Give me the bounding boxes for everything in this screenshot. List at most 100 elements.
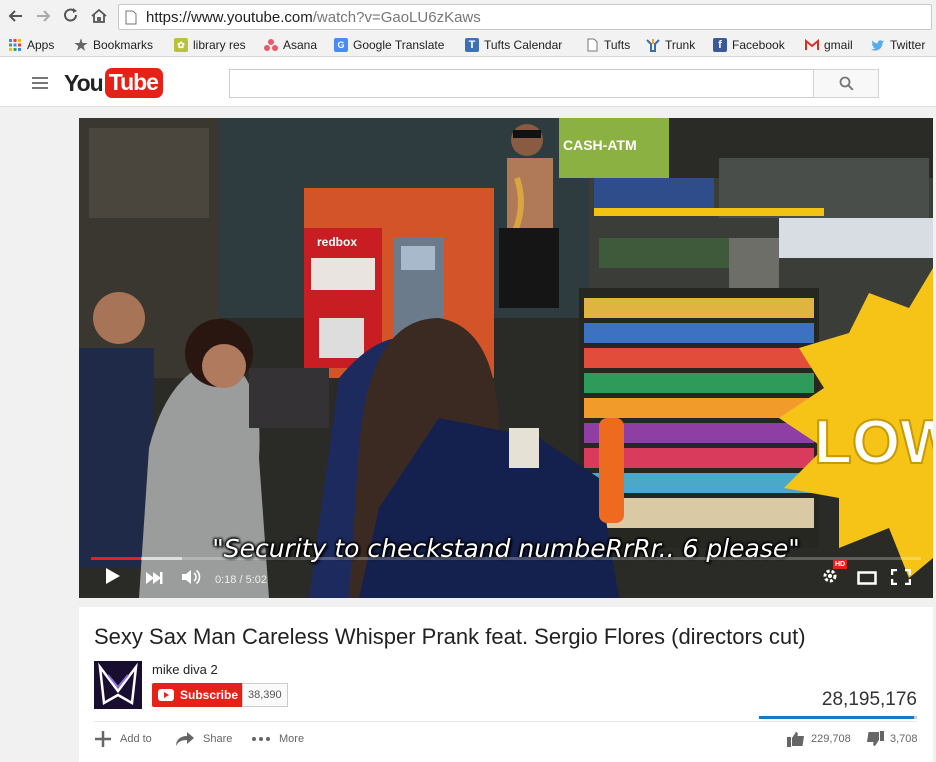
star-icon: ★ xyxy=(74,37,88,54)
bookmark-twitter[interactable]: Twitter xyxy=(871,37,925,53)
channel-avatar[interactable] xyxy=(94,661,142,709)
bookmark-label: Tufts xyxy=(604,38,631,52)
gmail-icon xyxy=(805,38,819,52)
thumbs-up-icon xyxy=(787,732,804,747)
bookmark-google-translate[interactable]: G Google Translate xyxy=(334,37,444,53)
subscribe-label: Subscribe xyxy=(180,688,239,702)
bookmark-label: Bookmarks xyxy=(93,38,154,52)
back-arrow-icon[interactable] xyxy=(6,6,26,26)
video-info-panel: Sexy Sax Man Careless Whisper Prank feat… xyxy=(79,607,933,762)
volume-icon xyxy=(182,569,201,585)
youtube-header: You Tube xyxy=(0,57,936,107)
youtube-logo[interactable]: You Tube xyxy=(64,68,163,98)
bookmark-apps[interactable]: Apps xyxy=(8,37,54,53)
bookmark-bookmarks[interactable]: ★ Bookmarks xyxy=(74,37,154,54)
menu-icon[interactable] xyxy=(32,77,48,89)
bookmark-label: library res xyxy=(193,38,246,52)
browser-toolbar: https://www.youtube.com/watch?v=GaoLU6zK… xyxy=(0,0,936,33)
bookmark-label: Asana xyxy=(283,38,318,52)
url-path: /watch?v=GaoLU6zKaws xyxy=(312,9,481,26)
progress-played xyxy=(91,557,141,560)
apps-grid-icon xyxy=(8,38,22,52)
subscribe-button[interactable]: Subscribe xyxy=(152,683,246,707)
video-title: Sexy Sax Man Careless Whisper Prank feat… xyxy=(94,624,806,649)
dislike-button[interactable]: 3,708 xyxy=(866,730,918,748)
address-bar[interactable]: https://www.youtube.com/watch?v=GaoLU6zK… xyxy=(118,4,932,30)
svg-text:CASH-ATM: CASH-ATM xyxy=(563,137,637,153)
trunk-icon xyxy=(646,38,660,52)
share-label: Share xyxy=(203,733,233,745)
reload-icon[interactable] xyxy=(61,6,81,26)
share-arrow-icon xyxy=(176,732,194,746)
bookmark-label: Tufts Calendar xyxy=(484,38,563,52)
search-button[interactable] xyxy=(813,69,879,98)
hd-badge: HD xyxy=(833,560,848,569)
more-label: More xyxy=(279,733,305,745)
translate-icon: G xyxy=(334,38,348,52)
logo-you: You xyxy=(64,69,104,96)
divider xyxy=(94,721,918,722)
player-controls: 0:18 / 5:02 HD xyxy=(79,560,933,598)
next-button[interactable] xyxy=(145,571,163,590)
bookmark-asana[interactable]: Asana xyxy=(264,37,317,53)
next-icon xyxy=(146,572,163,584)
like-count: 229,708 xyxy=(811,733,851,745)
twitter-icon xyxy=(871,38,885,52)
bookmark-label: Twitter xyxy=(890,38,926,52)
channel-name[interactable]: mike diva 2 xyxy=(152,662,218,677)
facebook-icon: f xyxy=(713,38,727,52)
progress-bar[interactable] xyxy=(91,557,921,560)
youtube-play-icon xyxy=(158,689,174,701)
page-icon xyxy=(125,10,137,25)
bookmark-facebook[interactable]: f Facebook xyxy=(713,37,785,53)
bookmark-trunk[interactable]: Trunk xyxy=(646,37,695,53)
add-to-button[interactable]: Add to xyxy=(94,730,152,748)
theater-mode-icon xyxy=(857,571,877,585)
theater-mode-button[interactable] xyxy=(857,571,877,590)
search-icon xyxy=(839,76,854,91)
time-display: 0:18 / 5:02 xyxy=(215,574,267,586)
bookmark-tufts-calendar[interactable]: T Tufts Calendar xyxy=(465,37,562,53)
bookmark-label: Facebook xyxy=(732,38,785,52)
bookmark-label: Trunk xyxy=(665,38,696,52)
home-icon[interactable] xyxy=(89,6,109,26)
forward-arrow-icon[interactable] xyxy=(33,6,53,26)
volume-button[interactable] xyxy=(181,569,201,590)
dislike-count: 3,708 xyxy=(890,733,918,745)
url-host: https://www.youtube.com xyxy=(146,9,313,26)
settings-button[interactable]: HD xyxy=(821,560,848,590)
subscriber-count: 38,390 xyxy=(242,683,288,707)
play-button[interactable] xyxy=(105,567,121,590)
library-icon: ✿ xyxy=(174,38,188,52)
svg-text:LOW: LOW xyxy=(814,408,933,477)
bookmark-label: gmail xyxy=(824,38,853,52)
plus-icon xyxy=(95,731,111,747)
share-button[interactable]: Share xyxy=(175,730,232,748)
like-ratio-bar xyxy=(759,716,917,719)
like-button[interactable]: 229,708 xyxy=(787,730,851,748)
add-to-label: Add to xyxy=(120,733,152,745)
bookmark-tufts[interactable]: Tufts xyxy=(585,37,630,53)
bookmark-label: Google Translate xyxy=(353,38,445,52)
more-button[interactable]: More xyxy=(251,730,304,748)
like-ratio-fill xyxy=(759,716,915,719)
bookmark-label: Apps xyxy=(27,38,55,52)
video-player[interactable]: redbox CASH-ATM LOW "Security to checkst… xyxy=(79,118,933,598)
fullscreen-button[interactable] xyxy=(890,568,912,590)
search-input[interactable] xyxy=(229,69,814,98)
bookmark-library-res[interactable]: ✿ library res xyxy=(174,37,246,53)
logo-tube: Tube xyxy=(104,68,163,98)
fullscreen-icon xyxy=(890,568,912,586)
asana-icon xyxy=(264,38,278,52)
bookmark-gmail[interactable]: gmail xyxy=(805,37,853,53)
video-frame: redbox CASH-ATM LOW xyxy=(79,118,933,598)
thumbs-down-icon xyxy=(867,731,884,746)
calendar-icon: T xyxy=(465,38,479,52)
page-icon xyxy=(585,38,599,52)
bookmarks-bar: Apps ★ Bookmarks ✿ library res Asana G Goog… xyxy=(0,33,936,57)
url-text: https://www.youtube.com/watch?v=GaoLU6zK… xyxy=(146,9,481,26)
play-icon xyxy=(106,568,120,584)
svg-text:redbox: redbox xyxy=(317,235,357,249)
view-count: 28,195,176 xyxy=(821,689,917,710)
channel-logo-icon xyxy=(94,661,142,709)
